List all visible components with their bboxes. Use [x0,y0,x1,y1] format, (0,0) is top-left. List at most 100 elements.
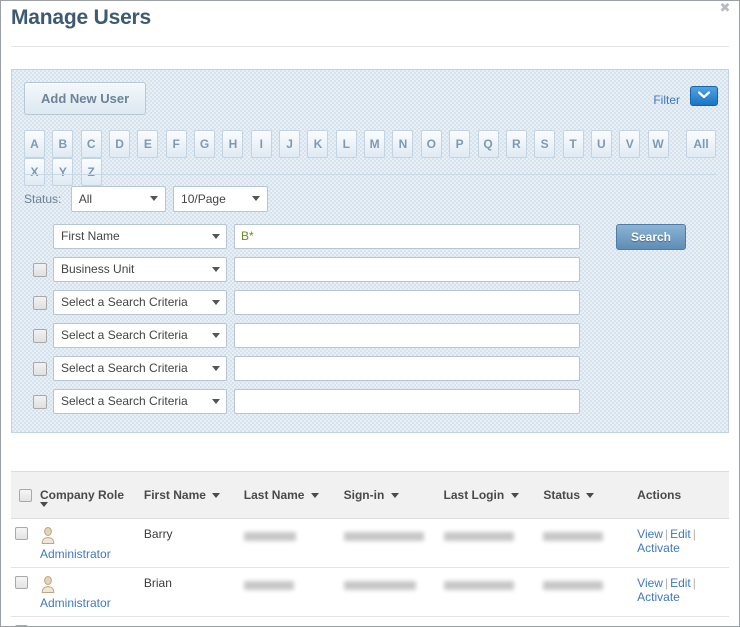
role-link[interactable]: Administrator [40,596,136,610]
role-link[interactable]: Administrator [40,547,136,561]
criteria-select-3[interactable]: Select a Search Criteria [53,290,227,315]
header-company-role-inner: Company Role [40,488,124,507]
status-select[interactable]: All [70,186,166,212]
row-checkbox[interactable] [15,576,28,589]
alpha-button-s[interactable]: S [534,130,556,158]
view-link[interactable]: View [637,576,663,590]
alpha-button-u[interactable]: U [590,130,612,158]
alpha-button-e[interactable]: E [137,130,159,158]
criteria-checkbox-5[interactable] [33,362,47,376]
alpha-button-v[interactable]: V [619,130,641,158]
titlebar: Manage Users ✖ [1,1,739,47]
search-criteria-list: First Name B* Search Business Unit Selec… [12,222,728,420]
sort-caret-icon[interactable] [212,493,221,499]
criteria-checkbox-2[interactable] [33,263,47,277]
sort-caret-icon[interactable] [390,493,399,499]
criteria-checkbox-3[interactable] [33,296,47,310]
search-criteria-row-1: First Name B* Search [12,222,728,255]
alpha-button-p[interactable]: P [449,130,471,158]
alpha-button-l[interactable]: L [335,130,357,158]
criteria-input-3[interactable] [234,290,580,315]
header-last-login[interactable]: Last Login [439,471,540,519]
alpha-button-g[interactable]: G [194,130,216,158]
view-link[interactable]: View [637,527,663,541]
chevron-down-icon [212,366,220,371]
view-link[interactable]: View [637,625,663,626]
alpha-button-x[interactable]: X [24,158,45,186]
redacted-value [443,531,514,541]
criteria-checkbox-6[interactable] [33,395,47,409]
alphabet-divider [24,174,716,175]
criteria-input-2[interactable] [234,257,580,282]
alpha-button-b[interactable]: B [52,130,74,158]
alpha-button-f[interactable]: F [165,130,187,158]
criteria-select-1[interactable]: First Name [53,224,227,249]
alpha-button-m[interactable]: M [364,130,386,158]
row-status [539,567,634,617]
sort-caret-icon[interactable] [40,502,48,507]
header-status[interactable]: Status [539,471,634,519]
select-all-checkbox[interactable] [19,489,32,503]
header-first-name-label: First Name [143,488,206,502]
alpha-button-all[interactable]: All [686,130,716,158]
sort-caret-icon[interactable] [510,493,519,499]
alpha-button-h[interactable]: H [222,130,244,158]
chevron-down-icon [212,234,220,239]
alpha-button-c[interactable]: C [80,130,102,158]
sort-caret-icon[interactable] [586,493,595,499]
row-checkbox[interactable] [15,527,28,540]
criteria-select-4-value: Select a Search Criteria [61,328,188,342]
page-title: Manage Users [11,6,151,29]
row-select-cell [11,518,36,568]
sort-caret-icon[interactable] [310,493,319,499]
criteria-input-1[interactable]: B* [234,224,580,249]
alpha-button-t[interactable]: T [562,130,584,158]
chevron-down-icon [212,300,220,305]
criteria-select-2[interactable]: Business Unit [53,257,227,282]
row-last-name [239,567,340,617]
criteria-input-6[interactable] [234,389,580,414]
header-first-name[interactable]: First Name [139,471,240,519]
alpha-button-j[interactable]: J [279,130,301,158]
row-status [539,518,634,568]
page-size-select[interactable]: 10/Page [173,186,269,212]
edit-link[interactable]: Edit [670,576,691,590]
activate-link[interactable]: Activate [637,590,680,604]
alpha-button-r[interactable]: R [505,130,527,158]
alpha-button-o[interactable]: O [420,130,442,158]
alpha-button-a[interactable]: A [24,130,45,158]
criteria-select-6[interactable]: Select a Search Criteria [53,389,227,414]
edit-link[interactable]: Edit [670,527,691,541]
add-new-user-button[interactable]: Add New User [24,82,147,115]
criteria-select-2-value: Business Unit [61,262,135,276]
header-sign-in[interactable]: Sign-in [339,471,440,519]
criteria-input-4[interactable] [234,323,580,348]
alpha-button-k[interactable]: K [307,130,329,158]
header-select-all [11,471,36,519]
alpha-button-i[interactable]: I [250,130,272,158]
criteria-checkbox-4[interactable] [33,329,47,343]
alpha-button-w[interactable]: W [647,130,669,158]
activate-link[interactable]: Activate [637,541,680,555]
filter-toggle-button[interactable] [690,86,718,106]
filter-link[interactable]: Filter [653,93,680,107]
alpha-button-y[interactable]: Y [52,158,74,186]
alphabet-filter: All A B C D E F G H I J K L M N O P Q R … [12,130,728,186]
chevron-down-icon [698,91,710,99]
close-icon[interactable]: ✖ [718,2,732,16]
header-company-role[interactable]: Company Role [36,471,140,519]
header-last-name[interactable]: Last Name [239,471,340,519]
edit-link[interactable]: Edit [670,625,691,626]
criteria-select-5[interactable]: Select a Search Criteria [53,356,227,381]
chevron-down-icon [252,196,261,201]
row-checkbox[interactable] [15,625,28,626]
row-last-login [439,567,540,617]
alpha-button-z[interactable]: Z [80,158,102,186]
row-sign-in [339,567,440,617]
alpha-button-q[interactable]: Q [477,130,499,158]
criteria-select-4[interactable]: Select a Search Criteria [53,323,227,348]
alpha-button-d[interactable]: D [109,130,131,158]
alpha-button-n[interactable]: N [392,130,414,158]
criteria-input-5[interactable] [234,356,580,381]
search-button[interactable]: Search [616,224,686,250]
